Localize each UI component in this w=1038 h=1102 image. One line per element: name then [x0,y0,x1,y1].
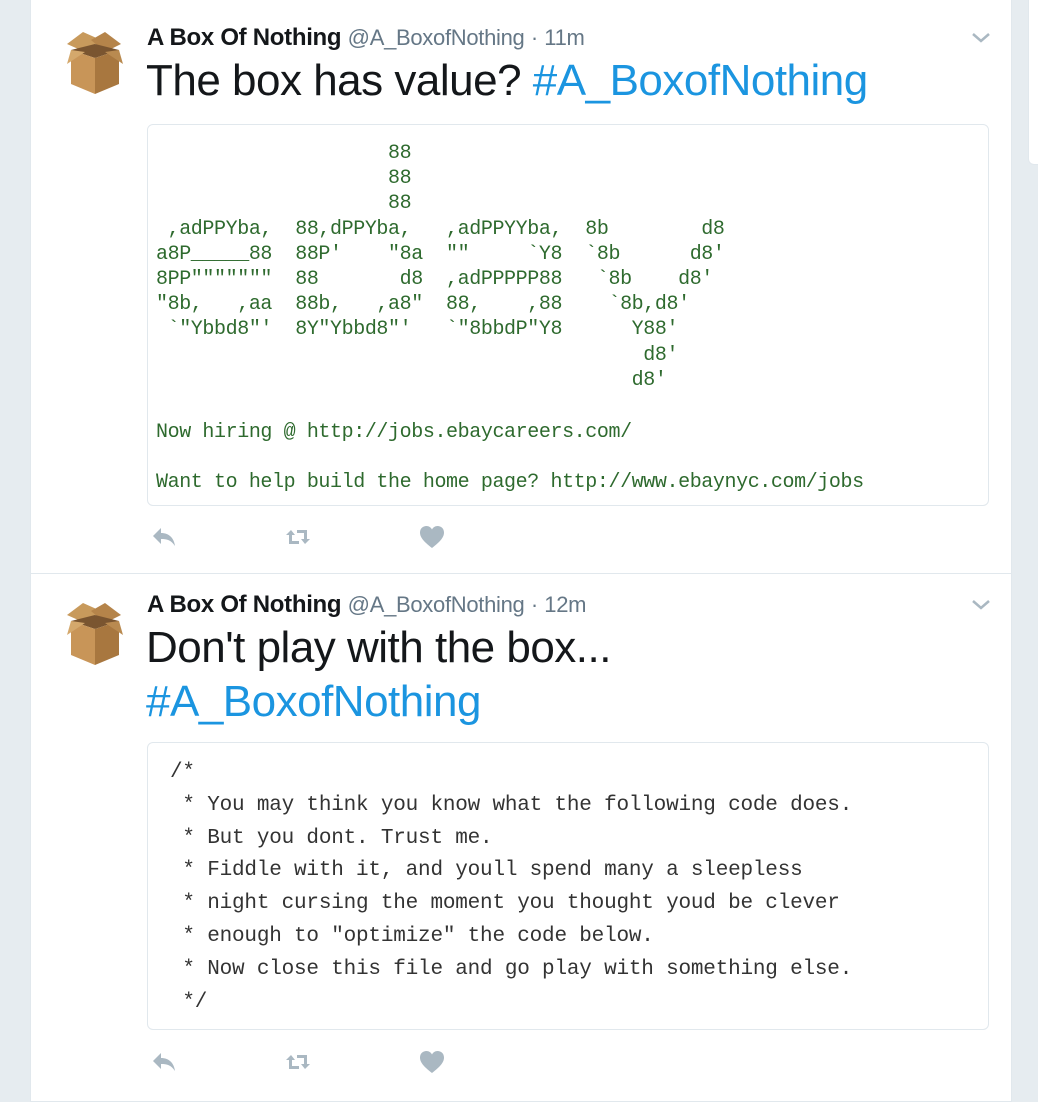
tweet-header: A Box Of Nothing @A_BoxofNothing · 11m [147,24,585,52]
hiring-line: Now hiring @ http://jobs.ebaycareers.com… [156,421,632,444]
heart-icon[interactable] [417,522,447,552]
author-handle[interactable]: @A_BoxofNothing [348,25,525,50]
tweet-timestamp[interactable]: 12m [544,592,586,617]
reply-icon[interactable] [149,1047,179,1077]
author-handle[interactable]: @A_BoxofNothing [348,592,525,617]
tweet-body: The box has value? [146,56,522,105]
hashtag-link[interactable]: #A_BoxofNothing [533,56,868,105]
meta-separator: · [530,592,538,617]
help-line: Want to help build the home page? http:/… [156,471,864,494]
tweet[interactable]: A Box Of Nothing @A_BoxofNothing · 11m T… [31,0,1011,574]
code-card[interactable]: /* * You may think you know what the fol… [147,742,989,1030]
meta-separator: · [530,25,538,50]
ascii-art: 88 88 88 ,adPPYba, 88,dPPYba, ,adPPYYba,… [156,142,725,392]
retweet-icon[interactable] [283,522,313,552]
cardboard-box-icon[interactable] [63,30,125,96]
chevron-down-icon[interactable] [969,30,993,46]
heart-icon[interactable] [417,1047,447,1077]
side-card-edge [1028,0,1038,165]
author-name[interactable]: A Box Of Nothing [147,591,342,618]
tweet-timestamp[interactable]: 11m [544,25,585,50]
tweet-text: Don't play with the box... #A_BoxofNothi… [146,621,611,729]
timeline: A Box Of Nothing @A_BoxofNothing · 11m T… [30,0,1012,1102]
retweet-icon[interactable] [283,1047,313,1077]
tweet-body: Don't play with the box... [146,623,611,672]
tweet-actions [147,522,467,554]
ascii-card[interactable]: 88 88 88 ,adPPYba, 88,dPPYba, ,adPPYYba,… [147,124,989,506]
tweet-header: A Box Of Nothing @A_BoxofNothing · 12m [147,591,586,619]
cardboard-box-icon[interactable] [63,601,125,667]
author-name[interactable]: A Box Of Nothing [147,24,342,51]
tweet[interactable]: A Box Of Nothing @A_BoxofNothing · 12m D… [31,573,1011,1102]
tweet-text: The box has value? #A_BoxofNothing [146,54,868,108]
chevron-down-icon[interactable] [969,597,993,613]
reply-icon[interactable] [149,522,179,552]
tweet-actions [147,1047,467,1079]
code-comment: /* * You may think you know what the fol… [170,761,853,1014]
hashtag-link[interactable]: #A_BoxofNothing [146,675,611,729]
